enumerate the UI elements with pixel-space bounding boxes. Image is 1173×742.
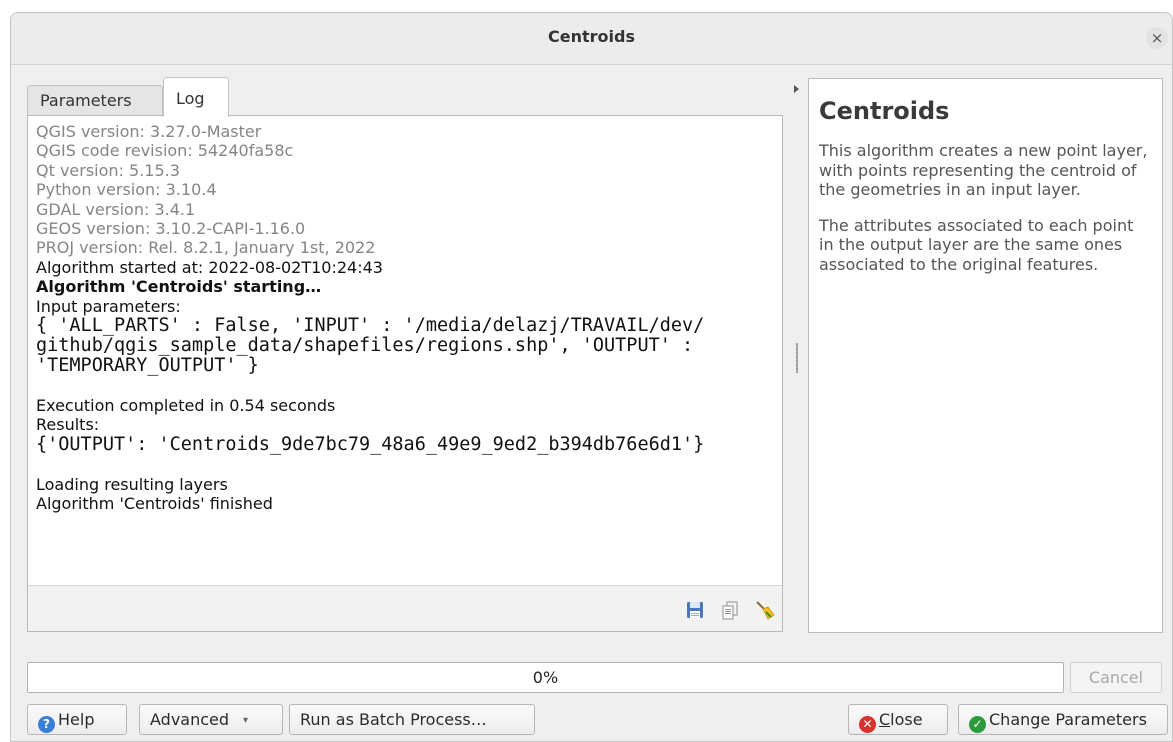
- cancel-button[interactable]: Cancel: [1070, 662, 1162, 693]
- title-bar: Centroids ×: [11, 13, 1172, 65]
- progress-bar: 0%: [27, 662, 1064, 693]
- change-parameters-button[interactable]: ✓ Change Parameters: [958, 704, 1168, 735]
- help-paragraph: This algorithm creates a new point layer…: [819, 141, 1148, 199]
- log-input-params: 'TEMPORARY_OUTPUT' }: [36, 355, 259, 377]
- log-results: {'OUTPUT': 'Centroids_9de7bc79_48a6_49e9…: [36, 433, 705, 455]
- run-as-batch-button[interactable]: Run as Batch Process…: [289, 704, 535, 735]
- log-toolbar: [676, 599, 776, 623]
- log-panel: QGIS version: 3.27.0-Master QGIS code re…: [27, 115, 783, 632]
- close-button-label: lose: [890, 710, 923, 729]
- batch-button-label: Run as Batch Process…: [300, 710, 487, 729]
- checkmark-icon: ✓: [969, 716, 986, 733]
- chevron-down-icon: ▾: [243, 715, 249, 726]
- log-input-label: Input parameters:: [36, 296, 181, 316]
- advanced-button-label: Advanced: [150, 710, 230, 729]
- log-line: PROJ version: Rel. 8.2.1, January 1st, 2…: [36, 238, 376, 258]
- change-button-label: Change Parameters: [989, 710, 1147, 729]
- log-line: Qt version: 5.15.3: [36, 160, 180, 180]
- close-mnemonic: C: [879, 710, 891, 729]
- log-line: QGIS version: 3.27.0-Master: [36, 122, 262, 141]
- window-title: Centroids: [548, 27, 635, 46]
- log-results-label: Results:: [36, 415, 100, 435]
- close-icon: ✕: [859, 716, 876, 733]
- clear-log-icon[interactable]: [754, 599, 776, 621]
- log-line: QGIS code revision: 54240fa58c: [36, 141, 294, 161]
- log-loading-line: Loading resulting layers: [36, 474, 228, 494]
- log-starting-line: Algorithm 'Centroids' starting…: [36, 277, 322, 297]
- log-finished-line: Algorithm 'Centroids' finished: [36, 494, 273, 514]
- splitter-grip[interactable]: [796, 343, 798, 373]
- log-text-area[interactable]: QGIS version: 3.27.0-Master QGIS code re…: [28, 116, 782, 586]
- help-button[interactable]: ? Help: [27, 704, 127, 735]
- log-execution-line: Execution completed in 0.54 seconds: [36, 396, 336, 416]
- collapse-arrow-icon[interactable]: [794, 85, 799, 93]
- help-paragraph: The attributes associated to each point …: [819, 215, 1134, 274]
- log-input-params: github/qgis_sample_data/shapefiles/regio…: [36, 335, 694, 357]
- copy-log-icon[interactable]: [719, 599, 741, 621]
- algorithm-dialog: Centroids × Parameters Log QGIS version:…: [10, 12, 1173, 742]
- tab-log[interactable]: Log: [163, 77, 229, 117]
- close-window-icon[interactable]: ×: [1146, 27, 1168, 49]
- log-started-line: Algorithm started at: 2022-08-02T10:24:4…: [36, 257, 383, 277]
- help-button-label: Help: [58, 710, 95, 729]
- progress-label: 0%: [532, 668, 559, 687]
- advanced-button[interactable]: Advanced ▾: [139, 704, 283, 735]
- log-line: GEOS version: 3.10.2-CAPI-1.16.0: [36, 219, 306, 239]
- help-icon: ?: [38, 716, 55, 733]
- close-button[interactable]: ✕ Close: [848, 704, 948, 735]
- log-line: GDAL version: 3.4.1: [36, 199, 196, 219]
- log-line: Python version: 3.10.4: [36, 180, 217, 200]
- help-panel: Centroids This algorithm creates a new p…: [808, 78, 1163, 633]
- save-log-icon[interactable]: [684, 599, 706, 621]
- help-title: Centroids: [819, 97, 950, 125]
- tab-parameters[interactable]: Parameters: [27, 85, 163, 116]
- log-input-params: { 'ALL_PARTS' : False, 'INPUT' : '/media…: [36, 315, 705, 337]
